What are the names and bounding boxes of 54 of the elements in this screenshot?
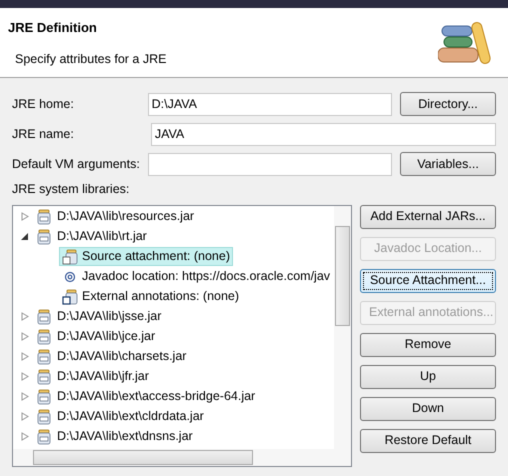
jar-icon: [37, 408, 51, 425]
collapsed-arrow-icon[interactable]: [21, 412, 31, 422]
collapsed-arrow-icon[interactable]: [21, 332, 31, 342]
jar-icon: [37, 228, 51, 245]
collapsed-arrow-icon[interactable]: [21, 212, 31, 222]
dialog-button[interactable]: Directory...: [400, 92, 496, 116]
tree-item-label: Javadoc location: https://docs.oracle.com/jav: [82, 268, 330, 286]
text-field[interactable]: D:\JAVA: [148, 92, 392, 116]
dialog-button[interactable]: Down: [360, 396, 496, 421]
expanded-arrow-icon[interactable]: [21, 232, 31, 242]
tree-item[interactable]: D:\JAVA\lib\rt.jar: [57, 227, 147, 246]
collapsed-arrow-icon[interactable]: [21, 352, 31, 362]
jar-icon: [37, 308, 51, 325]
tree-item-label: External annotations: (none): [82, 288, 240, 306]
text-field[interactable]: [148, 152, 392, 176]
tree-item[interactable]: D:\JAVA\lib\jsse.jar: [57, 307, 162, 326]
tree-item-label: Source attachment: (none): [82, 248, 230, 266]
dialog-button[interactable]: Restore Default: [360, 428, 496, 453]
collapsed-arrow-icon[interactable]: [21, 392, 31, 402]
horizontal-scrollbar[interactable]: [13, 448, 334, 466]
dialog-button[interactable]: Source Attachment...: [360, 268, 496, 293]
tree-item[interactable]: D:\JAVA\lib\jce.jar: [57, 327, 156, 346]
collapsed-arrow-icon[interactable]: [21, 312, 31, 322]
section-label: JRE system libraries:: [12, 181, 130, 198]
tree-item[interactable]: Javadoc location: https://docs.oracle.com/jav: [59, 267, 334, 286]
tree-item[interactable]: D:\JAVA\lib\charsets.jar: [57, 347, 186, 366]
dialog-title: JRE Definition: [8, 19, 98, 37]
tree-item[interactable]: Source attachment: (none): [59, 247, 233, 266]
text-field[interactable]: JAVA: [150, 122, 496, 146]
tree-item[interactable]: External annotations: (none): [59, 287, 242, 306]
field-label: JRE home:: [12, 96, 75, 113]
dialog-button[interactable]: Variables...: [400, 152, 496, 176]
tree-item[interactable]: D:\JAVA\lib\ext\access-bridge-64.jar: [57, 387, 256, 406]
tree-item[interactable]: D:\JAVA\lib\jfr.jar: [57, 367, 149, 386]
vertical-scrollbar[interactable]: [334, 206, 351, 466]
annotation-jar-icon: [62, 288, 78, 305]
tree-item[interactable]: D:\JAVA\lib\resources.jar: [57, 207, 194, 226]
field-label: Default VM arguments:: [12, 156, 141, 173]
dialog-button[interactable]: Remove: [360, 332, 496, 357]
tree-item[interactable]: D:\JAVA\lib\ext\dnsns.jar: [57, 427, 193, 446]
jar-icon: [37, 208, 51, 225]
dialog-button[interactable]: Up: [360, 364, 496, 389]
collapsed-arrow-icon[interactable]: [21, 372, 31, 382]
tree-item[interactable]: D:\JAVA\lib\ext\cldrdata.jar: [57, 407, 204, 426]
jar-icon: [37, 428, 51, 445]
dialog-subtitle: Specify attributes for a JRE: [14, 50, 166, 68]
jar-icon: [37, 368, 51, 385]
source-jar-icon: [62, 248, 78, 265]
jar-icon: [37, 348, 51, 365]
dialog-button[interactable]: Add External JARs...: [360, 204, 496, 229]
jar-icon: [37, 388, 51, 405]
collapsed-arrow-icon[interactable]: [21, 432, 31, 442]
field-label: JRE name:: [12, 126, 75, 143]
jar-icon: [37, 328, 51, 345]
